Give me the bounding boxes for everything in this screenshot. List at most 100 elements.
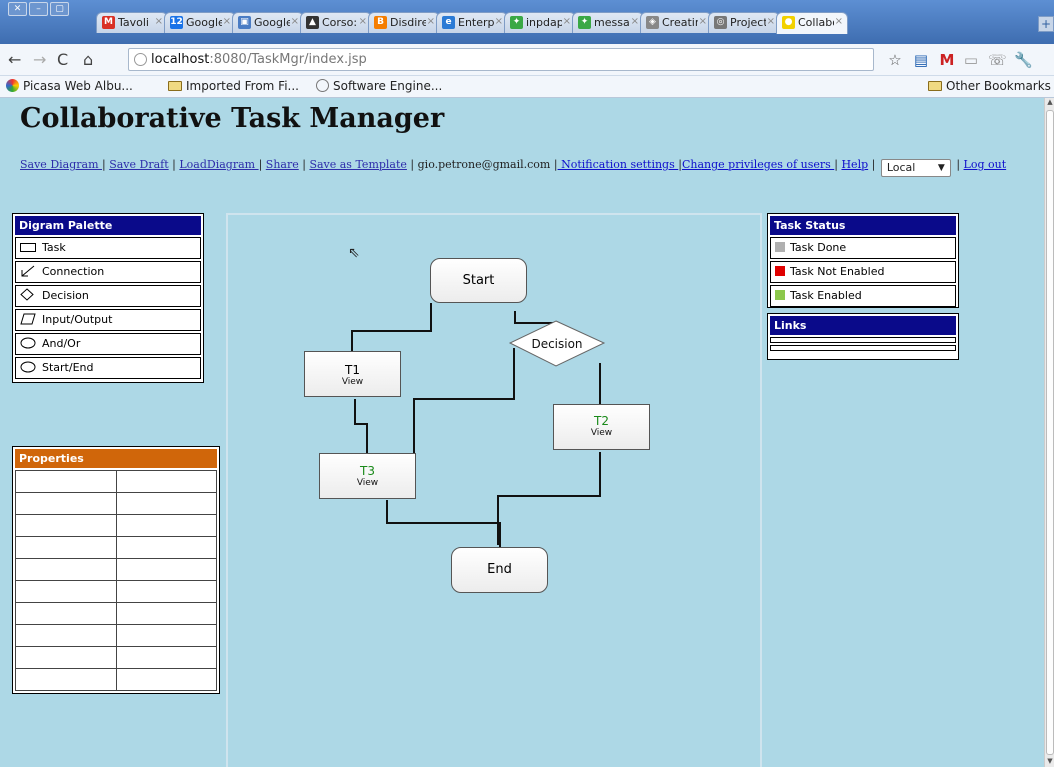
close-tab-icon[interactable]: × xyxy=(699,16,707,27)
save-draft-link[interactable]: Save Draft xyxy=(109,158,168,171)
scroll-thumb[interactable] xyxy=(1046,110,1054,755)
task-node-t2[interactable]: T2 View xyxy=(553,404,650,450)
property-value-cell[interactable] xyxy=(115,580,217,603)
browser-tab[interactable]: B Disdire × xyxy=(368,12,440,33)
property-name-cell[interactable] xyxy=(15,602,117,625)
share-link[interactable]: Share xyxy=(266,158,299,171)
minimize-window-button[interactable]: – xyxy=(29,2,48,16)
reload-icon[interactable]: C xyxy=(57,50,68,69)
diagram-canvas[interactable]: Decision Start T1 View T2 View T3 View E… xyxy=(226,213,762,767)
gmail-extension-icon[interactable]: M xyxy=(938,51,956,69)
close-tab-icon[interactable]: × xyxy=(563,16,571,27)
start-node[interactable]: Start xyxy=(430,258,527,303)
property-name-cell[interactable] xyxy=(15,646,117,669)
property-value-cell[interactable] xyxy=(115,602,217,625)
connector-t2-end[interactable] xyxy=(497,452,601,545)
notification-settings-link[interactable]: Notification settings xyxy=(558,158,679,171)
connector-t3-end[interactable] xyxy=(386,500,501,547)
task-view-link[interactable]: View xyxy=(305,377,400,387)
property-value-cell[interactable] xyxy=(115,624,217,647)
browser-tab[interactable]: ▣ Google × xyxy=(232,12,304,33)
close-tab-icon[interactable]: × xyxy=(427,16,435,27)
save-diagram-link[interactable]: Save Diagram xyxy=(20,158,102,171)
property-value-cell[interactable] xyxy=(115,470,217,493)
bookmark-software-engine[interactable]: Software Engine... xyxy=(316,79,442,93)
bookmark-picasa[interactable]: Picasa Web Albu... xyxy=(6,79,133,93)
palette-item-input-output[interactable]: Input/Output xyxy=(15,309,201,331)
browser-tab[interactable]: ●Collabo× xyxy=(776,12,848,34)
property-name-cell[interactable] xyxy=(15,624,117,647)
task-view-link[interactable]: View xyxy=(320,478,415,488)
logout-link[interactable]: Log out xyxy=(964,158,1007,171)
close-tab-icon[interactable]: × xyxy=(155,16,163,27)
browser-tab[interactable]: e Enterp × xyxy=(436,12,508,33)
close-tab-icon[interactable]: × xyxy=(631,16,639,27)
palette-item-task[interactable]: Task xyxy=(15,237,201,259)
palette-item-and-or[interactable]: And/Or xyxy=(15,333,201,355)
palette-item-decision[interactable]: Decision xyxy=(15,285,201,307)
property-value-cell[interactable] xyxy=(115,558,217,581)
property-value-cell[interactable] xyxy=(115,646,217,669)
connector-start-t1[interactable] xyxy=(351,303,432,353)
property-name-cell[interactable] xyxy=(15,514,117,537)
palette-item-start-end[interactable]: Start/End xyxy=(15,357,201,379)
close-tab-icon[interactable]: × xyxy=(835,16,843,27)
help-link[interactable]: Help xyxy=(841,158,868,171)
task-view-link[interactable]: View xyxy=(554,428,649,438)
close-tab-icon[interactable]: × xyxy=(495,16,503,27)
page-scrollbar[interactable]: ▲ ▼ xyxy=(1044,98,1054,767)
browser-tab[interactable]: ✦ inpdap × xyxy=(504,12,576,33)
palette-item-label: And/Or xyxy=(42,337,81,350)
property-name-cell[interactable] xyxy=(15,668,117,691)
task-node-t1[interactable]: T1 View xyxy=(304,351,401,397)
scroll-up-arrow-icon[interactable]: ▲ xyxy=(1045,98,1054,108)
palette-item-connection[interactable]: Connection xyxy=(15,261,201,283)
properties-row xyxy=(15,624,217,647)
home-icon[interactable]: ⌂ xyxy=(83,50,93,69)
close-tab-icon[interactable]: × xyxy=(223,16,231,27)
other-bookmarks-folder[interactable]: Other Bookmarks xyxy=(928,79,1051,93)
save-as-template-link[interactable]: Save as Template xyxy=(309,158,407,171)
scroll-down-arrow-icon[interactable]: ▼ xyxy=(1045,757,1054,767)
translate-extension-icon[interactable]: ▤ xyxy=(912,51,930,69)
property-name-cell[interactable] xyxy=(15,492,117,515)
property-name-cell[interactable] xyxy=(15,536,117,559)
change-privileges-link[interactable]: Change privileges of users xyxy=(682,158,834,171)
bookmark-imported-folder[interactable]: Imported From Fi... xyxy=(168,79,299,93)
back-arrow-icon[interactable]: ← xyxy=(8,50,21,69)
close-tab-icon[interactable]: × xyxy=(359,16,367,27)
address-bar[interactable]: localhost:8080/TaskMgr/index.jsp xyxy=(128,48,874,71)
connector-decision-t3[interactable] xyxy=(413,348,515,455)
property-name-cell[interactable] xyxy=(15,558,117,581)
property-value-cell[interactable] xyxy=(115,492,217,515)
browser-tab[interactable]: M Tavoli × xyxy=(96,12,168,33)
task-node-t3[interactable]: T3 View xyxy=(319,453,416,499)
language-select[interactable]: Local ▼ xyxy=(880,159,951,177)
browser-tab[interactable]: ✦messag× xyxy=(572,12,644,33)
close-tab-icon[interactable]: × xyxy=(767,16,775,27)
star-icon[interactable]: ☆ xyxy=(886,51,904,69)
browser-tab[interactable]: ◎ Project × xyxy=(708,12,780,33)
browser-tab[interactable]: ◈ Creatir × xyxy=(640,12,712,33)
maximize-window-button[interactable]: ▢ xyxy=(50,2,69,16)
property-value-cell[interactable] xyxy=(115,514,217,537)
browser-tab[interactable]: 12 Google × xyxy=(164,12,236,33)
property-name-cell[interactable] xyxy=(15,580,117,603)
close-tab-icon[interactable]: × xyxy=(291,16,299,27)
forward-arrow-icon[interactable]: → xyxy=(33,50,46,69)
phone-extension-icon[interactable]: ☏ xyxy=(988,51,1007,69)
new-tab-button[interactable]: + xyxy=(1038,16,1054,32)
browser-tab[interactable]: ▲ Corso: × xyxy=(300,12,372,33)
page-info-icon[interactable] xyxy=(134,53,147,66)
end-node[interactable]: End xyxy=(451,547,548,593)
other-bookmarks-label: Other Bookmarks xyxy=(946,79,1051,93)
wrench-icon[interactable]: 🔧 xyxy=(1014,51,1033,69)
chat-extension-icon[interactable]: ▭ xyxy=(962,51,980,69)
property-name-cell[interactable] xyxy=(15,470,117,493)
property-value-cell[interactable] xyxy=(115,668,217,691)
load-diagram-link[interactable]: LoadDiagram xyxy=(179,158,258,171)
decision-node[interactable]: Decision xyxy=(508,320,606,367)
property-value-cell[interactable] xyxy=(115,536,217,559)
close-window-button[interactable]: ✕ xyxy=(8,2,27,16)
connector-t1-t3[interactable] xyxy=(354,399,368,455)
